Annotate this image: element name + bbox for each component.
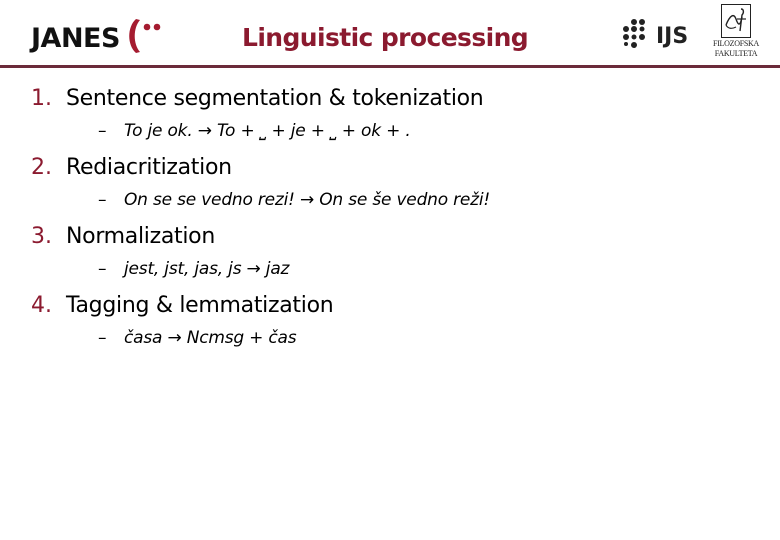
bullet-dash: – bbox=[98, 190, 107, 210]
item-number: 3. bbox=[31, 224, 52, 249]
processing-steps-list: 1. Sentence segmentation & tokenization … bbox=[31, 84, 751, 360]
item-label: Rediacritization bbox=[66, 155, 232, 180]
ff-logo-text-line1: FILOZOFSKA bbox=[713, 39, 759, 48]
header-divider bbox=[0, 65, 780, 68]
item-example: – jest, jst, jas, js → jaz bbox=[98, 261, 289, 278]
ff-logo: FILOZOFSKA FAKULTETA bbox=[708, 4, 764, 62]
janes-logo: JANES bbox=[31, 18, 172, 54]
item-number: 4. bbox=[31, 293, 52, 318]
bullet-dash: – bbox=[98, 328, 107, 348]
item-label: Tagging & lemmatization bbox=[66, 293, 334, 318]
ff-emblem-icon bbox=[721, 4, 751, 38]
ff-logo-text-line2: FAKULTETA bbox=[714, 49, 758, 58]
item-example: – To je ok. → To + ⎵ + je + ⎵ + ok + . bbox=[98, 123, 411, 140]
example-text: časa → Ncmsg + čas bbox=[124, 328, 297, 348]
slide: JANES Linguistic processing IJS FILOZOFS… bbox=[0, 0, 780, 540]
slide-title: Linguistic processing bbox=[242, 23, 529, 52]
item-label: Sentence segmentation & tokenization bbox=[66, 86, 484, 111]
list-item: 2. Rediacritization – On se se vedno rezi… bbox=[31, 153, 751, 222]
item-number: 2. bbox=[31, 155, 52, 180]
ijs-logo: IJS bbox=[620, 18, 688, 54]
janes-logo-text: JANES bbox=[31, 22, 120, 54]
list-item: 4. Tagging & lemmatization – časa → Ncmsg… bbox=[31, 291, 751, 360]
example-text: On se se vedno rezi! → On se še vedno re… bbox=[124, 190, 491, 210]
item-number: 1. bbox=[31, 86, 52, 111]
ijs-dots-icon bbox=[623, 19, 645, 48]
example-text: jest, jst, jas, js → jaz bbox=[124, 259, 290, 279]
item-example: – časa → Ncmsg + čas bbox=[98, 328, 297, 348]
bullet-dash: – bbox=[98, 121, 107, 141]
list-item: 3. Normalization – jest, jst, jas, js → j… bbox=[31, 222, 751, 291]
list-item: 1. Sentence segmentation & tokenization … bbox=[31, 84, 751, 153]
janes-logo-mark-icon bbox=[129, 19, 161, 53]
ijs-logo-text: IJS bbox=[656, 23, 689, 49]
bullet-dash: – bbox=[98, 259, 107, 279]
item-example: – On se se vedno rezi! → On se še vedno r… bbox=[98, 192, 490, 209]
example-text: To je ok. → To + ⎵ + je + ⎵ + ok + . bbox=[124, 121, 411, 141]
item-label: Normalization bbox=[66, 224, 215, 249]
